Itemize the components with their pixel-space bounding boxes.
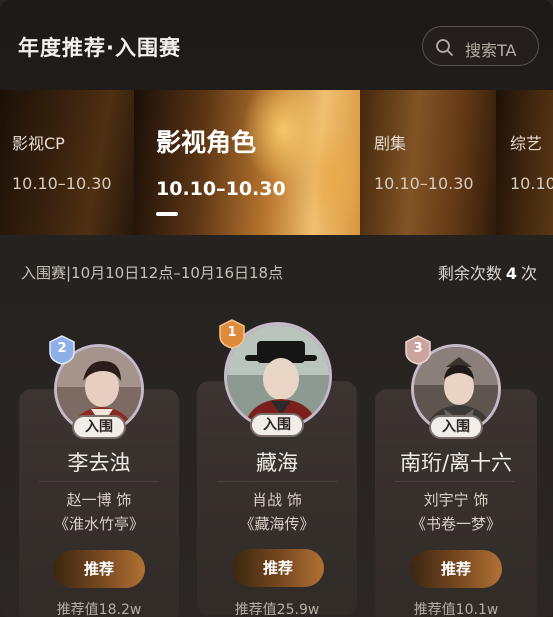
recommend-button[interactable]: 推荐 <box>410 550 502 588</box>
remaining-label: 剩余次数 <box>437 264 502 283</box>
rank-number: 2 <box>57 341 67 356</box>
category-tabs: 影视CP 10.10–10.30 影视角色 10.10–10.30 剧集 10.… <box>0 90 553 235</box>
nominated-badge: 入围 <box>250 413 304 437</box>
remaining-unit: 次 <box>520 264 537 283</box>
divider <box>395 481 515 482</box>
active-tab-indicator <box>156 212 178 216</box>
tab-shade <box>360 90 496 235</box>
recommend-button[interactable]: 推荐 <box>53 550 145 588</box>
nominated-badge: 入围 <box>72 415 126 439</box>
candidate-name: 藏海 <box>256 451 298 475</box>
page-title: 年度推荐·入围赛 <box>18 36 181 60</box>
search-placeholder: 搜索TA <box>465 41 517 60</box>
tab-label: 剧集 <box>374 134 407 153</box>
recommend-score: 推荐值25.9w <box>234 602 320 617</box>
search-box[interactable]: 搜索TA <box>422 26 539 66</box>
candidate-name: 南珩/离十六 <box>399 451 513 475</box>
app-window: 年度推荐·入围赛 搜索TA 影视CP 10.10–10.30 影视角色 10.1… <box>0 0 553 617</box>
info-row: 入围赛|10月10日12点–10月16日18点 剩余次数 4 次 <box>0 256 553 286</box>
tab-shade <box>496 90 553 235</box>
schedule-text: 入围赛|10月10日12点–10月16日18点 <box>21 264 284 282</box>
rank-number: 3 <box>413 341 423 356</box>
candidate-name: 李去浊 <box>67 451 131 475</box>
show-title: 《藏海传》 <box>239 515 315 533</box>
tab-shade <box>0 90 134 235</box>
remaining-votes: 剩余次数 4 次 <box>438 260 537 284</box>
tab-variety[interactable]: 综艺 10.10 <box>496 90 553 235</box>
nominated-badge: 入围 <box>429 415 483 439</box>
rank-number: 1 <box>227 325 237 340</box>
tab-dates: 10.10–10.30 <box>374 174 474 193</box>
actor-credit: 赵一博 饰 <box>66 491 132 509</box>
divider <box>39 481 159 482</box>
actor-credit: 刘宇宁 饰 <box>423 491 489 509</box>
search-icon <box>436 39 453 56</box>
tab-film-cp[interactable]: 影视CP 10.10–10.30 <box>0 90 134 235</box>
recommend-score: 推荐值18.2w <box>56 602 142 617</box>
recommend-button[interactable]: 推荐 <box>232 549 324 587</box>
tab-label: 综艺 <box>510 134 543 153</box>
tab-label: 影视CP <box>12 134 65 153</box>
actor-credit: 肖战 饰 <box>252 491 302 509</box>
rank-badge: 3 <box>402 334 434 366</box>
remaining-count: 4 <box>505 264 517 283</box>
divider <box>217 481 337 482</box>
tab-series[interactable]: 剧集 10.10–10.30 <box>360 90 496 235</box>
tab-film-role[interactable]: 影视角色 10.10–10.30 <box>134 90 360 235</box>
tab-dates: 10.10–10.30 <box>156 178 286 200</box>
tab-label: 影视角色 <box>156 128 257 157</box>
show-title: 《淮水竹亭》 <box>53 515 144 533</box>
header: 年度推荐·入围赛 搜索TA <box>0 0 553 92</box>
recommend-score: 推荐值10.1w <box>413 602 499 617</box>
rank-badge: 1 <box>216 318 248 350</box>
rank-badge: 2 <box>46 334 78 366</box>
show-title: 《书卷一梦》 <box>410 515 501 533</box>
tab-dates: 10.10–10.30 <box>12 174 112 193</box>
tab-dates: 10.10 <box>510 174 553 193</box>
